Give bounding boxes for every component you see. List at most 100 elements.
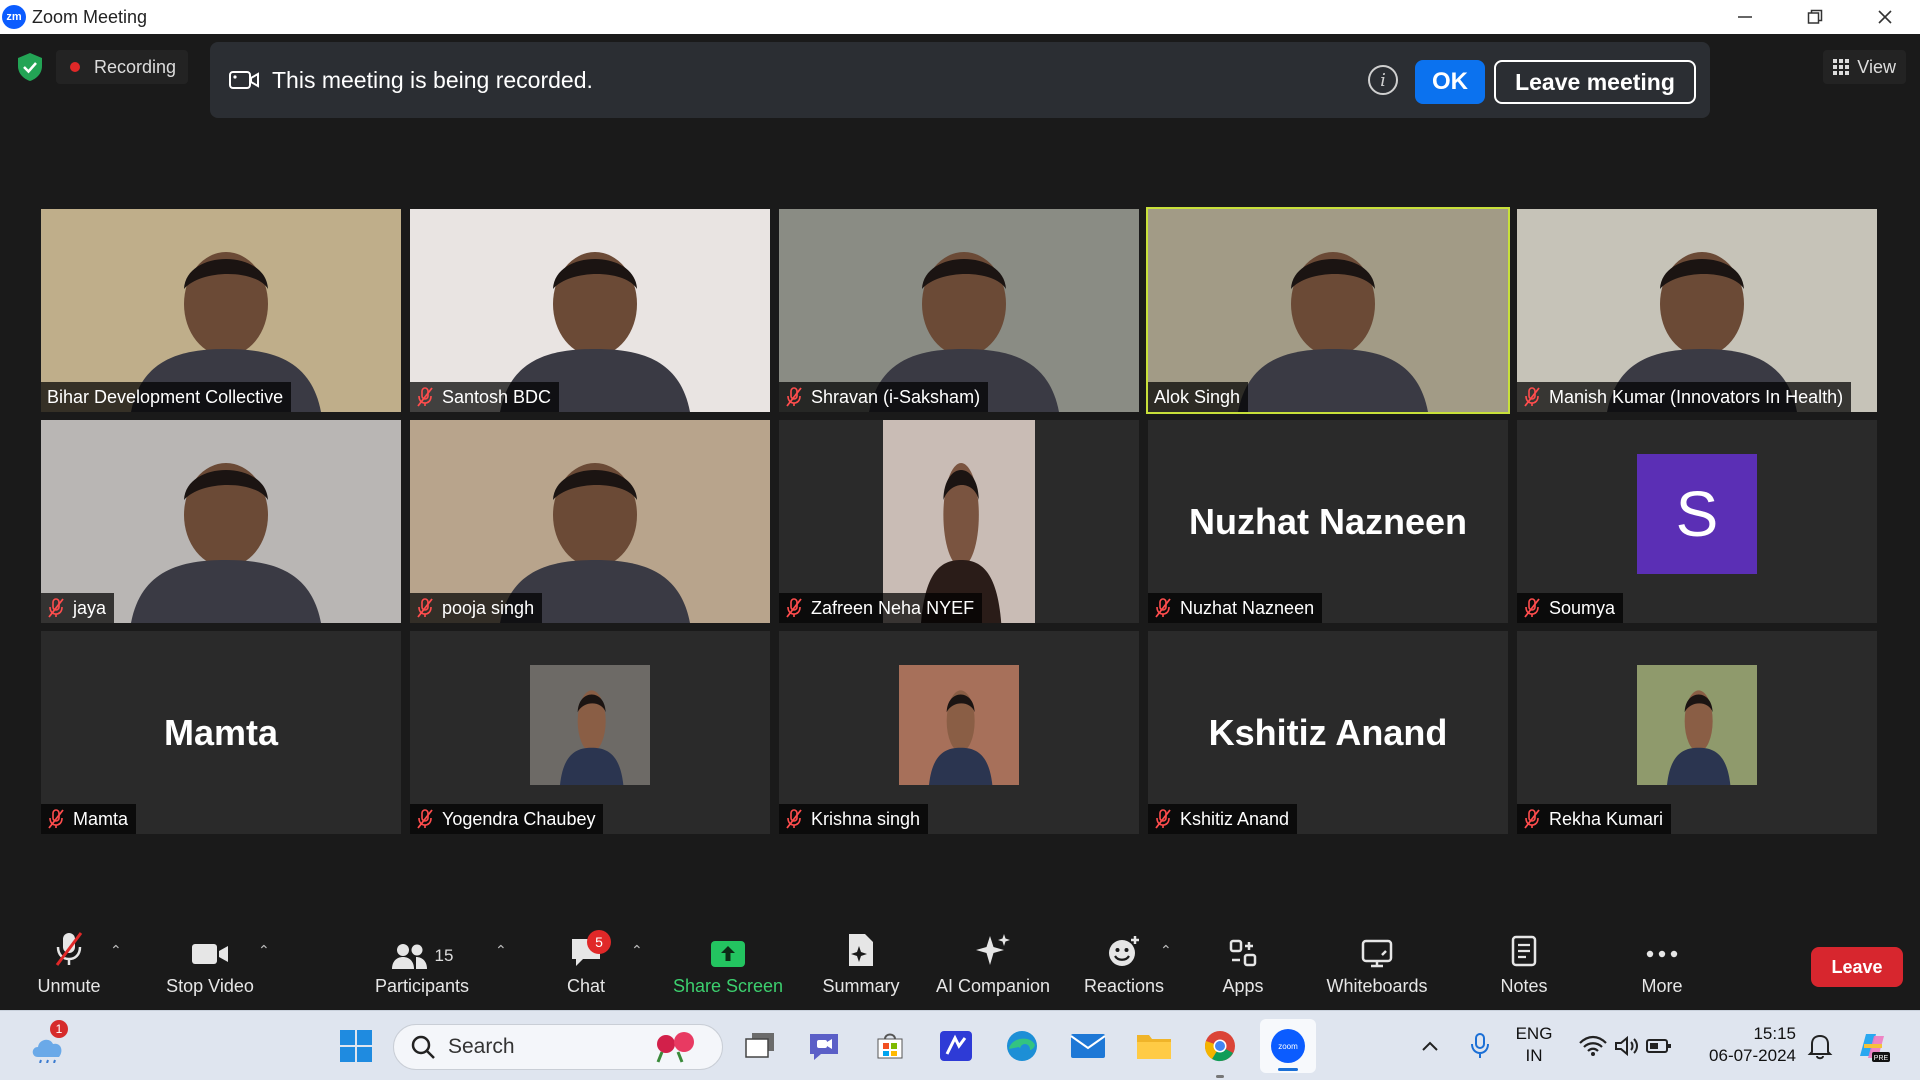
chat-options-caret-icon[interactable]: ⌃: [631, 942, 643, 959]
ai-companion-button[interactable]: AI Companion: [934, 926, 1052, 1010]
microphone-muted-icon: [417, 598, 433, 618]
leave-meeting-button[interactable]: Leave meeting: [1494, 60, 1696, 104]
task-view-button[interactable]: [740, 1026, 780, 1066]
more-dots-icon: [1646, 950, 1678, 958]
file-explorer-button[interactable]: [1134, 1026, 1174, 1066]
power-automate-icon: [940, 1031, 972, 1061]
microphone-muted-icon: [48, 809, 64, 829]
participant-name-label: Zafreen Neha NYEF: [779, 593, 983, 623]
meeting-toolbar: Unmute ⌃ Stop Video ⌃ 15 Participants ⌃ …: [0, 926, 1920, 1010]
unmute-button[interactable]: Unmute: [30, 926, 108, 1010]
mail-button[interactable]: [1068, 1026, 1108, 1066]
apps-button[interactable]: Apps: [1218, 926, 1268, 1010]
whiteboards-button[interactable]: Whiteboards: [1322, 926, 1432, 1010]
chat-unread-badge: 5: [587, 930, 611, 954]
microphone-tray-button[interactable]: [1460, 1026, 1500, 1066]
audio-options-caret-icon[interactable]: ⌃: [110, 942, 122, 959]
recording-label: Recording: [94, 56, 177, 77]
reactions-options-caret-icon[interactable]: ⌃: [1160, 942, 1172, 959]
recording-indicator[interactable]: Recording: [56, 50, 189, 84]
svg-text:zoom: zoom: [1278, 1042, 1298, 1051]
encryption-shield-icon[interactable]: [16, 52, 44, 82]
participant-tile[interactable]: pooja singh: [410, 420, 770, 623]
zoom-taskbar-button[interactable]: zoom: [1260, 1019, 1316, 1073]
participant-name: Zafreen Neha NYEF: [811, 597, 975, 618]
recording-notice-message: This meeting is being recorded.: [272, 66, 593, 93]
chrome-browser-button[interactable]: [1200, 1026, 1240, 1078]
participant-name: Krishna singh: [811, 808, 921, 829]
participants-label: Participants: [374, 976, 470, 996]
participant-tile[interactable]: Mamta Mamta: [41, 631, 401, 834]
participant-tile[interactable]: Yogendra Chaubey: [410, 631, 770, 834]
stop-video-button[interactable]: Stop Video: [160, 926, 260, 1010]
participant-name-label: Soumya: [1517, 593, 1624, 623]
ok-button[interactable]: OK: [1415, 60, 1485, 104]
recording-dot-icon: [70, 62, 80, 72]
participant-tile[interactable]: Kshitiz Anand Kshitiz Anand: [1148, 631, 1508, 834]
search-placeholder: Search: [448, 1035, 515, 1058]
clock[interactable]: 15:15 06-07-2024: [1696, 1023, 1796, 1067]
start-button[interactable]: [336, 1026, 376, 1066]
restore-button[interactable]: [1780, 0, 1850, 34]
participant-name-label: Alok Singh: [1148, 382, 1249, 412]
weather-widget[interactable]: 1: [28, 1020, 68, 1066]
participants-icon: [391, 944, 427, 969]
participant-tile[interactable]: Alok Singh: [1146, 207, 1510, 414]
roses-search-highlight-icon: [656, 1032, 694, 1063]
reactions-button[interactable]: Reactions: [1082, 926, 1166, 1010]
participant-tile[interactable]: Bihar Development Collective: [41, 209, 401, 412]
teams-chat-button[interactable]: [804, 1026, 844, 1066]
info-icon[interactable]: i: [1368, 65, 1398, 95]
input-language-indicator[interactable]: ENG IN: [1508, 1023, 1560, 1067]
leave-button[interactable]: Leave: [1811, 947, 1903, 987]
app-pinned-button[interactable]: [936, 1026, 976, 1066]
window-title-bar: zm Zoom Meeting: [0, 0, 1920, 34]
participant-tile[interactable]: Rekha Kumari: [1517, 631, 1877, 834]
video-options-caret-icon[interactable]: ⌃: [258, 942, 270, 959]
participants-options-caret-icon[interactable]: ⌃: [495, 942, 507, 959]
participant-tile[interactable]: S Soumya: [1517, 420, 1877, 623]
minimize-button[interactable]: [1710, 0, 1780, 34]
copilot-button[interactable]: PRE: [1852, 1026, 1892, 1066]
close-window-button[interactable]: [1850, 0, 1920, 34]
participant-name-label: Bihar Development Collective: [41, 382, 292, 412]
edge-browser-button[interactable]: [1002, 1026, 1042, 1066]
more-label: More: [1641, 976, 1683, 996]
participant-tile[interactable]: Shravan (i-Saksham): [779, 209, 1139, 412]
participant-tile[interactable]: Zafreen Neha NYEF: [779, 420, 1139, 623]
participant-name: pooja singh: [442, 597, 535, 618]
reactions-label: Reactions: [1083, 976, 1165, 996]
microsoft-store-button[interactable]: [870, 1026, 910, 1066]
svg-text:PRE: PRE: [1874, 1055, 1889, 1062]
battery-icon: [1646, 1039, 1671, 1053]
participants-button[interactable]: 15 Participants: [370, 926, 474, 1010]
video-feed-image: [1637, 664, 1757, 785]
window-controls: [1710, 0, 1920, 34]
chat-button[interactable]: 5 Chat: [556, 926, 616, 1010]
more-button[interactable]: More: [1638, 926, 1686, 1010]
participant-tile[interactable]: Krishna singh: [779, 631, 1139, 834]
participant-tile[interactable]: jaya: [41, 420, 401, 623]
network-volume-battery-tray[interactable]: [1570, 1026, 1680, 1066]
participant-tile[interactable]: Nuzhat Nazneen Nuzhat Nazneen: [1148, 420, 1508, 623]
show-hidden-icons-button[interactable]: [1410, 1026, 1450, 1066]
summary-button[interactable]: Summary: [818, 926, 904, 1010]
participant-name-label: jaya: [41, 593, 115, 623]
clock-date: 06-07-2024: [1709, 1046, 1796, 1065]
view-button[interactable]: View: [1823, 50, 1906, 84]
participant-name: Manish Kumar (Innovators In Health): [1549, 386, 1844, 407]
avatar-initial: S: [1637, 453, 1757, 574]
video-camera-icon: [192, 944, 228, 964]
mail-envelope-icon: [1070, 1034, 1106, 1058]
profile-picture: [530, 664, 650, 785]
taskbar-search[interactable]: Search: [393, 1024, 723, 1070]
notifications-button[interactable]: [1800, 1026, 1840, 1066]
close-icon: [1878, 10, 1892, 24]
whiteboards-label: Whiteboards: [1326, 976, 1428, 996]
participant-tile[interactable]: Manish Kumar (Innovators In Health): [1517, 209, 1877, 412]
share-screen-button[interactable]: Share Screen: [672, 926, 784, 1010]
participant-tile[interactable]: Santosh BDC: [410, 209, 770, 412]
notes-button[interactable]: Notes: [1498, 926, 1550, 1010]
task-view-icon: [745, 1033, 774, 1058]
summary-document-icon: [849, 934, 873, 966]
